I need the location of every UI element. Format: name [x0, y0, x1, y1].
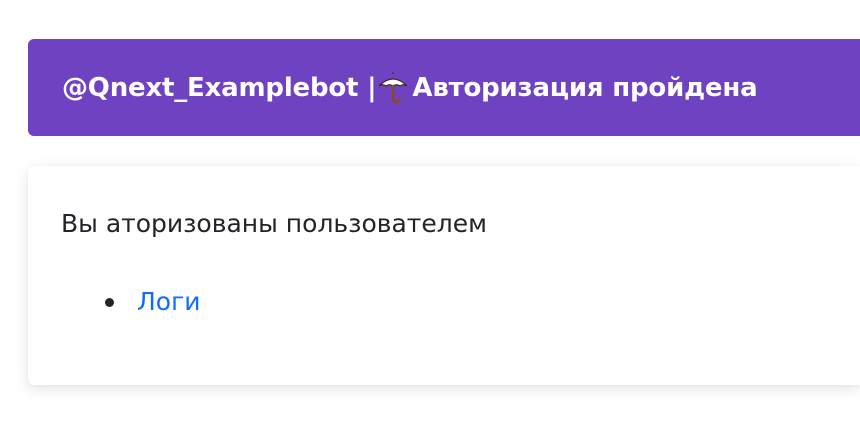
auth-status-label: Авторизация пройдена: [412, 72, 758, 103]
bot-name-label: @Qnext_Examplebot |: [62, 72, 377, 103]
page-title: @Qnext_Examplebot | Авторизация пройдена: [62, 71, 758, 105]
card-header: @Qnext_Examplebot | Авторизация пройдена: [28, 39, 860, 136]
umbrella-icon: [378, 72, 408, 103]
auth-message: Вы аторизованы пользователем: [61, 209, 487, 238]
card-body: Вы аторизованы пользователем Логи: [28, 166, 860, 385]
bullet-icon: [105, 298, 114, 307]
logs-link[interactable]: Логи: [137, 287, 200, 316]
list-item: Логи: [105, 284, 860, 320]
links-list: Логи: [61, 284, 860, 320]
page: @Qnext_Examplebot | Авторизация пройдена…: [0, 0, 860, 436]
